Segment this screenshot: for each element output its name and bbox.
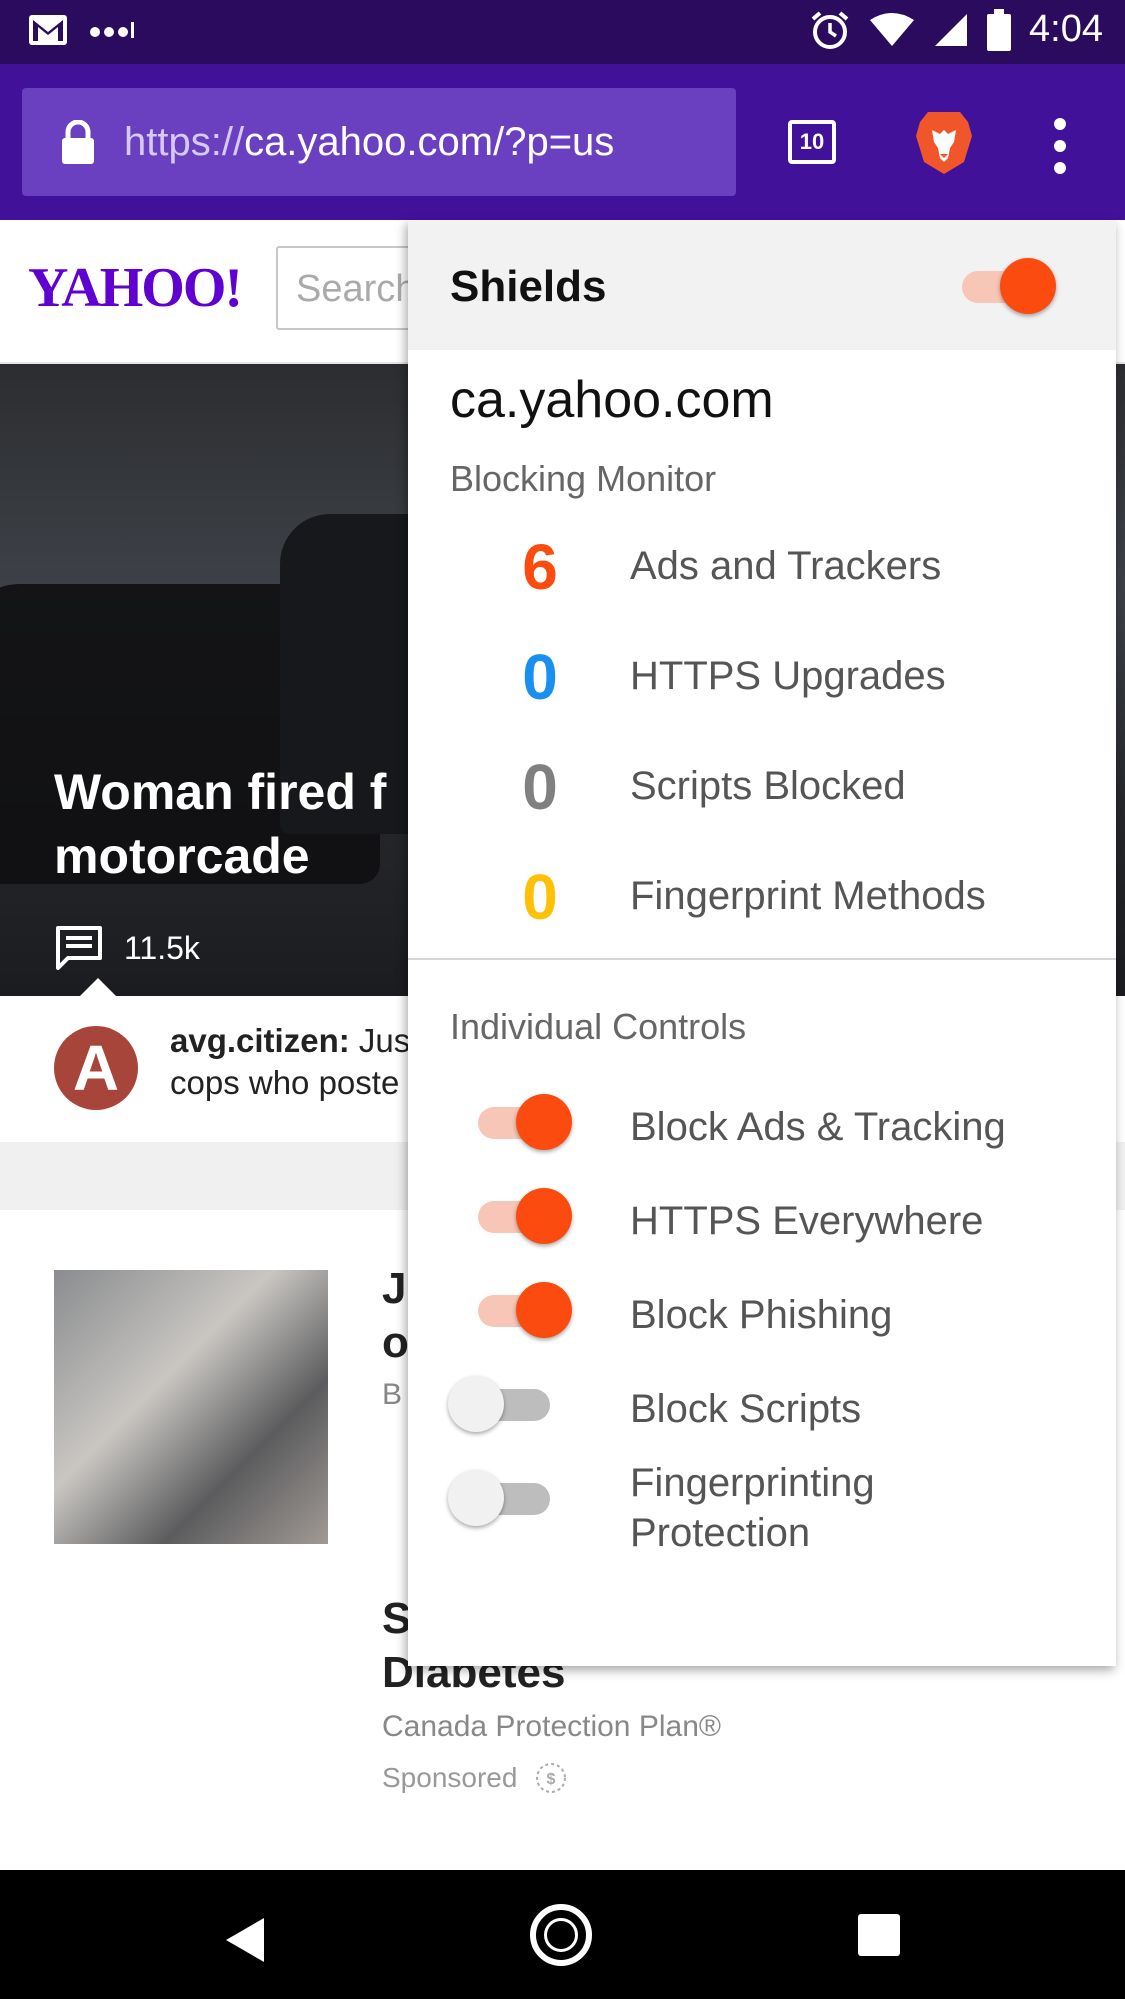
battery-icon [987, 8, 1012, 51]
shields-master-toggle[interactable] [946, 256, 1056, 316]
sponsored-dollar-icon[interactable]: $ [533, 1760, 569, 1796]
url-text: https://ca.yahoo.com/?p=us [124, 120, 614, 165]
https-everywhere-toggle[interactable] [462, 1186, 572, 1246]
hero-comments[interactable]: 11.5k [54, 924, 200, 972]
lock-icon [62, 120, 94, 164]
panel-divider [408, 958, 1116, 960]
shields-panel: Shields ca.yahoo.com Blocking Monitor 6 … [408, 220, 1116, 1666]
block-phishing-toggle[interactable] [462, 1280, 572, 1340]
block-scripts-toggle[interactable] [448, 1374, 556, 1434]
wifi-icon [870, 12, 915, 46]
svg-text:$: $ [547, 1771, 556, 1788]
sponsored-label: Sponsored $ [382, 1760, 569, 1796]
back-icon[interactable] [226, 1918, 264, 1962]
control-label: Block Scripts [630, 1387, 862, 1431]
recents-icon[interactable] [858, 1914, 900, 1956]
control-label: Block Ads & Tracking [630, 1105, 1006, 1149]
hero-pointer [78, 978, 118, 998]
browser-toolbar: https://ca.yahoo.com/?p=us 10 [0, 64, 1125, 220]
control-label: Block Phishing [630, 1293, 893, 1337]
stat-ads-trackers: 6 Ads and Trackers [408, 530, 1116, 610]
article-source: B [382, 1378, 403, 1411]
tab-switcher-button[interactable]: 10 [788, 120, 836, 164]
system-nav-bar [0, 1870, 1125, 1999]
stat-label: HTTPS Upgrades [630, 654, 946, 698]
stat-fingerprint-methods: 0 Fingerprint Methods [408, 860, 1116, 940]
url-scheme: https:// [124, 119, 245, 164]
shields-title: Shields [450, 262, 607, 311]
control-block-scripts: Block Scripts [408, 1364, 1116, 1444]
stat-value: 0 [522, 641, 558, 713]
fingerprinting-toggle[interactable] [448, 1468, 556, 1528]
stat-https-upgrades: 0 HTTPS Upgrades [408, 640, 1116, 720]
url-host: ca.yahoo.com/?p=us [244, 119, 615, 164]
hero-headline-line: motorcade [54, 828, 310, 884]
sponsor-name: Canada Protection Plan® [382, 1710, 721, 1743]
control-block-ads: Block Ads & Tracking [408, 1082, 1116, 1162]
article-headline[interactable]: J o B [382, 1262, 409, 1420]
article-headline-line: o [382, 1318, 409, 1367]
comment-body: Jus [358, 1022, 411, 1059]
stat-label: Ads and Trackers [630, 544, 942, 588]
overflow-menu-icon[interactable] [1048, 116, 1072, 176]
avatar: A [54, 1026, 138, 1110]
home-icon[interactable] [530, 1904, 592, 1966]
status-bar: 4:04 [0, 0, 1125, 64]
control-label: HTTPS Everywhere [630, 1199, 984, 1243]
hero-headline-line: Woman fired f [54, 764, 387, 820]
url-field[interactable]: https://ca.yahoo.com/?p=us [22, 88, 736, 196]
control-https-everywhere: HTTPS Everywhere [408, 1176, 1116, 1256]
individual-controls-label: Individual Controls [450, 1006, 747, 1047]
article-thumbnail[interactable] [54, 1270, 328, 1544]
alarm-icon [811, 10, 849, 49]
control-fingerprinting: Fingerprinting Protection [408, 1458, 1116, 1568]
control-block-phishing: Block Phishing [408, 1270, 1116, 1350]
yahoo-logo[interactable]: YAHOO! [28, 256, 243, 320]
block-ads-toggle[interactable] [462, 1092, 572, 1152]
control-label-line: Fingerprinting [630, 1461, 875, 1505]
comment-icon [56, 926, 102, 970]
brave-shields-icon[interactable] [914, 108, 974, 176]
blocking-monitor-label: Blocking Monitor [450, 458, 717, 499]
comment-count: 11.5k [124, 929, 200, 966]
hero-headline[interactable]: Woman fired f motorcade [54, 760, 386, 888]
gmail-icon [29, 15, 67, 45]
stat-scripts-blocked: 0 Scripts Blocked [408, 750, 1116, 830]
search-placeholder: Search [296, 268, 417, 310]
article-headline-line: J [382, 1264, 407, 1313]
stat-label: Scripts Blocked [630, 764, 906, 808]
clock: 4:04 [1029, 8, 1103, 50]
stat-value: 6 [522, 531, 558, 603]
stat-value: 0 [522, 861, 558, 933]
comment-username: avg.citizen: [170, 1022, 350, 1059]
more-notifications-icon [90, 22, 134, 38]
sponsored-text: Sponsored [382, 1762, 518, 1793]
shields-domain: ca.yahoo.com [450, 371, 774, 429]
shields-header: Shields [408, 220, 1116, 350]
cell-signal-icon [935, 13, 968, 46]
stat-label: Fingerprint Methods [630, 874, 986, 918]
control-label-line: Protection [630, 1511, 811, 1555]
control-label: Fingerprinting Protection [630, 1458, 875, 1558]
stat-value: 0 [522, 751, 558, 823]
